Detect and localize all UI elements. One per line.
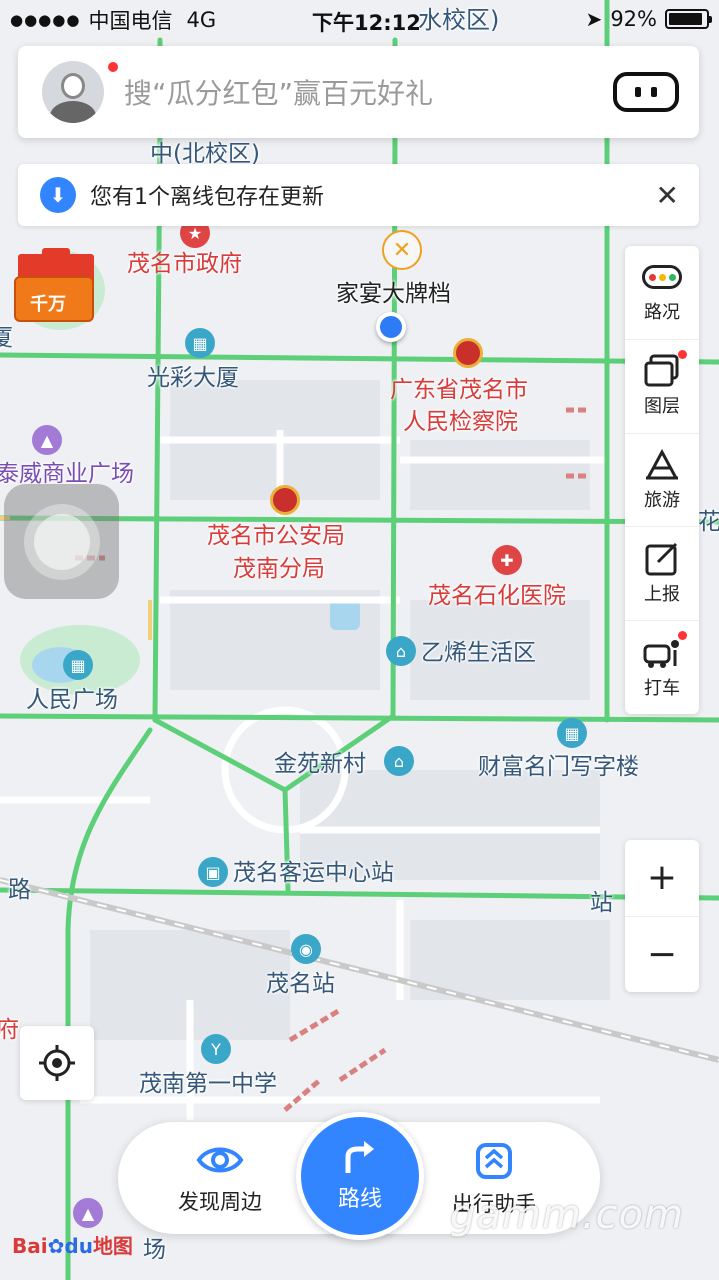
bus-icon[interactable]: ▣ [198, 857, 228, 887]
network-type: 4G [186, 8, 217, 32]
baidu-map-logo: Bai✿du地图 [12, 1234, 133, 1258]
map-label[interactable]: 家宴大牌档 [336, 280, 451, 309]
residential-icon[interactable]: ⌂ [386, 636, 416, 666]
watermark: gamm.com [450, 1192, 684, 1238]
route-label: 路线 [337, 1187, 382, 1212]
shopping-bag-icon[interactable]: ▲ [73, 1198, 103, 1228]
travel-label: 旅游 [644, 489, 680, 511]
route-arrow-icon [345, 1141, 374, 1173]
offline-update-banner[interactable]: ⬇ 您有1个离线包存在更新 ✕ [18, 164, 699, 226]
map-label[interactable]: 金苑新村 [274, 750, 366, 779]
assistive-touch-button[interactable] [4, 484, 119, 599]
carrier-name: 中国电信 [88, 9, 173, 33]
notification-dot [678, 631, 687, 641]
status-bar: ●●●●● 中国电信 4G 下午12:12 ➤ 92% [0, 0, 719, 40]
zoom-control: + − [625, 840, 699, 992]
map-label[interactable]: 茂名站 [266, 970, 335, 999]
traffic-button[interactable]: 路况 [625, 246, 699, 340]
office-building-icon[interactable]: ▦ [557, 718, 587, 748]
offline-message[interactable]: 您有1个离线包存在更新 [90, 179, 656, 211]
red-packet-promo[interactable]: 千万 [8, 248, 100, 330]
layers-button[interactable]: 图层 [625, 340, 699, 434]
school-icon[interactable]: Y [201, 1034, 231, 1064]
clock: 下午12:12 [312, 11, 421, 35]
layers-icon [642, 354, 682, 388]
map-label[interactable]: 财富名门写字楼 [478, 753, 639, 782]
traffic-label: 路况 [644, 302, 680, 324]
status-right: ➤ 92% [585, 7, 712, 31]
eye-icon [196, 1147, 244, 1173]
map-label[interactable]: 茂名市公安局 [207, 522, 345, 551]
taxi-button[interactable]: 打车 [625, 621, 699, 714]
map-label: 路 [8, 877, 31, 903]
notification-dot [678, 349, 687, 359]
train-icon[interactable]: ◉ [291, 934, 321, 964]
emblem-icon[interactable] [453, 338, 483, 368]
residential-icon[interactable]: ⌂ [384, 746, 414, 776]
layers-label: 图层 [644, 396, 680, 418]
map-label[interactable]: 人民广场 [26, 686, 118, 715]
map-label: 站 [590, 890, 613, 916]
discover-nearby-button[interactable]: 发现周边 [178, 1142, 262, 1216]
taxi-icon [642, 636, 682, 670]
map-label: 花 [698, 509, 719, 535]
map-label[interactable]: 茂南第一中学 [139, 1070, 277, 1099]
promo-label: 千万 [30, 294, 66, 315]
search-bar[interactable]: 搜“瓜分红包”赢百元好礼 [18, 46, 699, 138]
restaurant-icon[interactable]: ✕ [382, 230, 422, 270]
battery-level [669, 13, 703, 25]
signal-strength-icon: ●●●●● [10, 11, 81, 29]
traffic-light-icon [642, 260, 682, 294]
map-label[interactable]: 茂名石化医院 [428, 582, 566, 611]
police-emblem-icon[interactable] [270, 485, 300, 515]
crosshair-icon [39, 1045, 75, 1081]
battery-percent: 92% [610, 7, 657, 31]
zoom-in-button[interactable]: + [625, 840, 699, 917]
zoom-out-button[interactable]: − [625, 917, 699, 993]
shopping-bag-icon[interactable]: ▲ [32, 425, 62, 455]
paw-icon: ✿ [47, 1234, 65, 1258]
map-label: 府 [0, 1017, 19, 1043]
notification-dot [106, 60, 120, 74]
map-label[interactable]: 乙烯生活区 [421, 639, 536, 668]
route-button[interactable]: 路线 [296, 1112, 424, 1240]
taxi-label: 打车 [644, 677, 680, 699]
report-button[interactable]: 上报 [625, 527, 699, 622]
location-arrow-icon: ➤ [585, 7, 603, 31]
search-input[interactable]: 搜“瓜分红包”赢百元好礼 [124, 72, 613, 112]
assistant-icon [476, 1143, 512, 1179]
map-label[interactable]: 人民检察院 [403, 408, 518, 437]
voice-assistant-icon[interactable] [613, 72, 679, 112]
map-toolbar: 路况 图层 旅游 上报 打车 [625, 246, 699, 714]
travel-icon [642, 448, 682, 482]
hospital-cross-icon[interactable]: ✚ [492, 545, 522, 575]
download-icon: ⬇ [40, 177, 76, 213]
map-label[interactable]: 光彩大厦 [147, 364, 239, 393]
locate-button[interactable] [20, 1026, 94, 1100]
map-label[interactable]: 茂名客运中心站 [233, 859, 394, 888]
battery-icon [665, 9, 712, 29]
current-location-marker [376, 312, 406, 342]
map-label[interactable]: 茂南分局 [233, 555, 325, 584]
report-icon [642, 542, 682, 576]
report-label: 上报 [644, 583, 680, 605]
discover-label: 发现周边 [178, 1190, 262, 1214]
map-label: 场 [143, 1237, 166, 1263]
close-icon[interactable]: ✕ [656, 179, 679, 212]
map-label[interactable]: 茂名市政府 [127, 250, 242, 279]
travel-button[interactable]: 旅游 [625, 434, 699, 528]
building-icon[interactable]: ▦ [185, 328, 215, 358]
avatar[interactable] [42, 61, 104, 123]
square-building-icon[interactable]: ▦ [63, 650, 93, 680]
map-label[interactable]: 广东省茂名市 [390, 376, 528, 405]
